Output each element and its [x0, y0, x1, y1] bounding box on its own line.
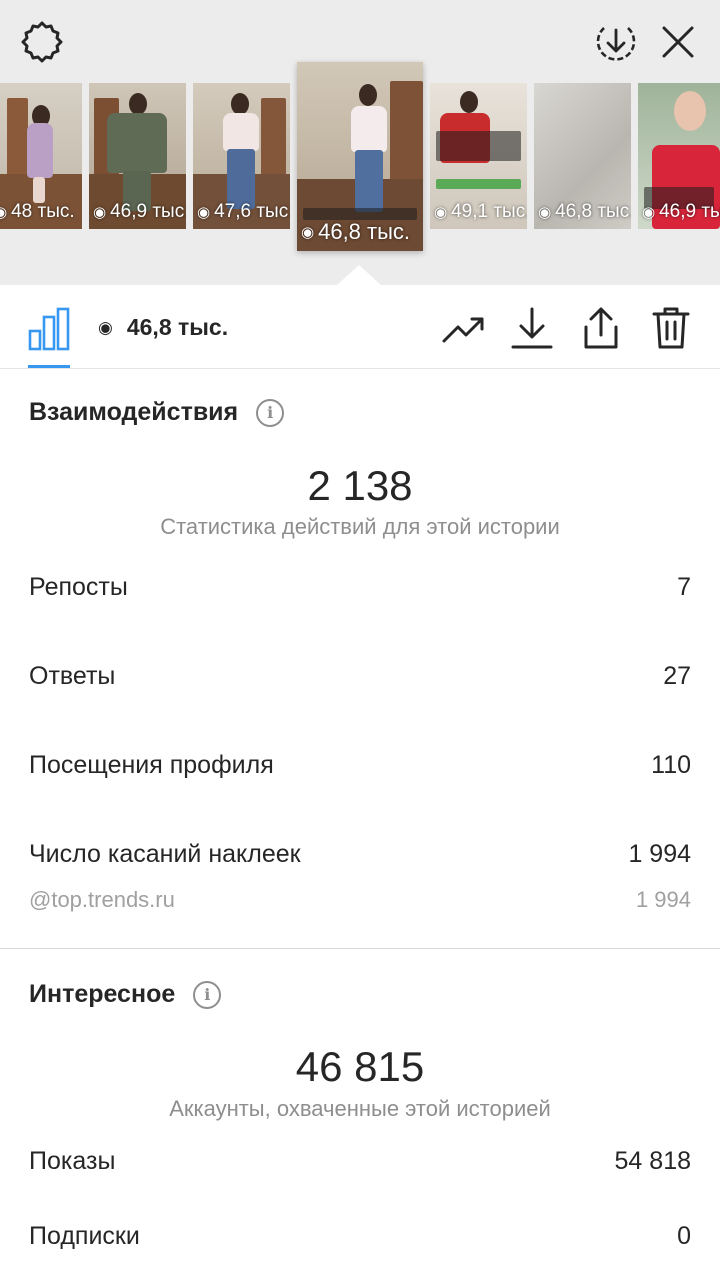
story-views: ◉46,9 тыс. [93, 201, 186, 222]
eye-icon: ◉ [301, 224, 315, 241]
eye-icon: ◉ [93, 204, 107, 221]
share-icon[interactable] [578, 305, 624, 351]
stat-row-sticker-taps: Число касаний наклеек 1 994 [29, 840, 691, 868]
info-icon[interactable]: i [193, 980, 222, 1009]
stat-row-follows: Подписки 0 [29, 1222, 691, 1250]
discovery-total: 46 815 [295, 1043, 425, 1090]
stat-row-replies: Ответы 27 [29, 662, 691, 690]
story-thumbnail[interactable]: ◉ 47,6 тыс. [193, 83, 290, 229]
stat-row-sticker-mention: @top.trends.ru 1 994 [29, 887, 691, 912]
eye-icon: ◉ [434, 204, 448, 221]
interactions-section-title: Взаимодействия i [29, 398, 285, 427]
bar-chart-icon[interactable] [26, 305, 72, 351]
story-thumbnail[interactable]: ◉ 48 тыс. [0, 83, 82, 229]
trash-icon[interactable] [648, 305, 694, 351]
story-views: ◉ 46,8 тыс. [301, 219, 411, 244]
eye-icon: ◉ [98, 317, 113, 337]
section-divider [0, 948, 720, 949]
story-views: ◉ 46,8 тыс. [538, 201, 631, 222]
story-thumbnail[interactable]: ◉46,9 тыс. [638, 83, 720, 229]
eye-icon: ◉ [0, 204, 8, 221]
stat-row-shares: Репосты 7 [29, 573, 691, 601]
close-icon[interactable] [654, 18, 702, 66]
story-views: ◉ 49,1 тыс. [434, 201, 527, 222]
stat-row-profile-visits: Посещения профиля 110 [29, 751, 691, 779]
discovery-subtitle: Аккаунты, охваченные этой историей [169, 1096, 551, 1121]
download-icon[interactable] [509, 305, 555, 351]
selected-story-pointer [337, 265, 381, 285]
trend-icon[interactable] [440, 305, 486, 351]
story-views: ◉ 48 тыс. [0, 201, 75, 223]
download-circle-icon[interactable] [592, 18, 640, 66]
story-thumbnail[interactable]: ◉46,9 тыс. [89, 83, 186, 229]
story-views: ◉ 47,6 тыс. [197, 201, 290, 222]
info-icon[interactable]: i [256, 398, 285, 427]
discovery-section-title: Интересное i [29, 980, 222, 1009]
eye-icon: ◉ [197, 204, 211, 221]
story-toolbar: ◉ 46,8 тыс. [0, 285, 720, 369]
interactions-total: 2 138 [307, 462, 413, 509]
eye-icon: ◉ [642, 204, 656, 221]
toolbar-views: ◉ 46,8 тыс. [98, 314, 229, 340]
active-tab-indicator [28, 365, 70, 368]
eye-icon: ◉ [538, 204, 552, 221]
story-thumbnail-selected[interactable]: ◉ 46,8 тыс. [297, 62, 423, 251]
story-thumbnail[interactable]: ◉ 49,1 тыс. [430, 83, 527, 229]
story-thumbnail[interactable]: ◉ 46,8 тыс. [534, 83, 631, 229]
stat-row-impressions: Показы 54 818 [29, 1147, 691, 1175]
interactions-subtitle: Статистика действий для этой истории [160, 514, 560, 539]
story-views: ◉46,9 тыс. [642, 201, 720, 222]
settings-icon[interactable] [18, 18, 66, 66]
